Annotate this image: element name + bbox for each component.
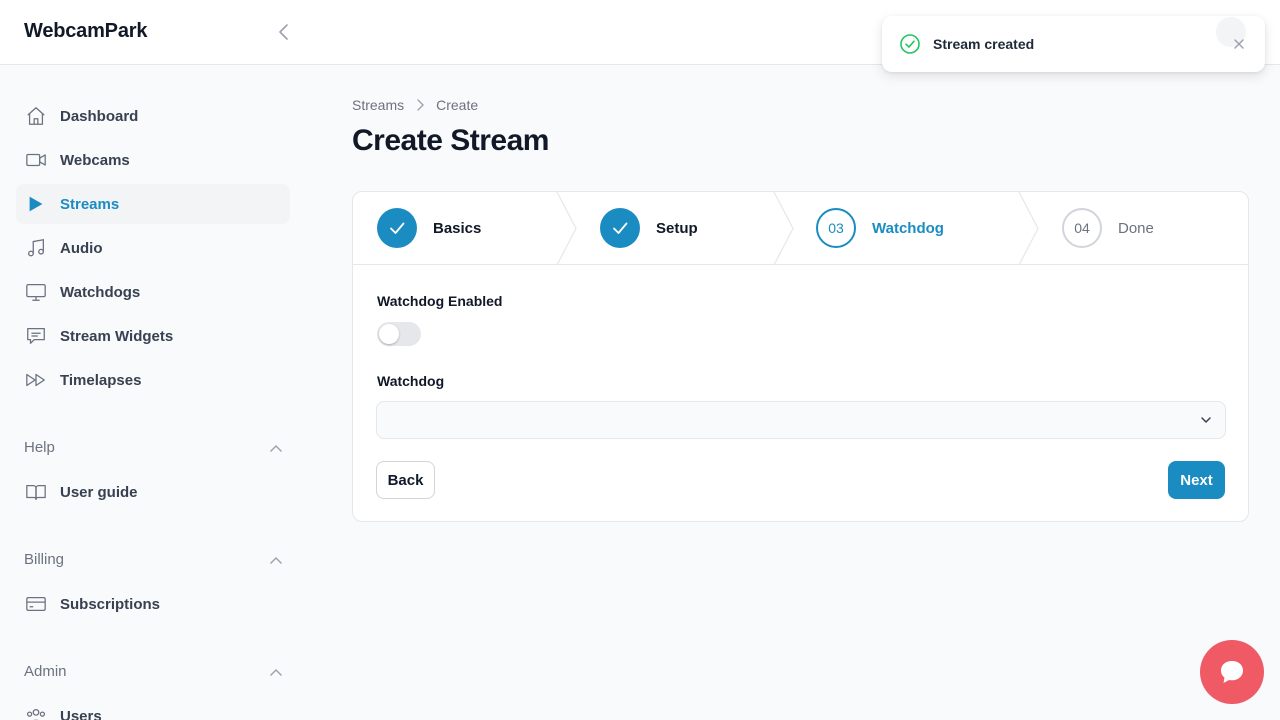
book-icon xyxy=(24,480,48,504)
section-label: Help xyxy=(24,439,55,456)
users-icon xyxy=(24,704,48,720)
sidebar-item-timelapses[interactable]: Timelapses xyxy=(16,360,290,400)
chevron-up-icon xyxy=(270,444,282,452)
toast-notification: Stream created xyxy=(882,16,1265,72)
toast-message: Stream created xyxy=(933,36,1035,52)
sidebar-item-label: Watchdogs xyxy=(60,283,141,301)
sidebar: Dashboard Webcams Streams Audio Watchdog… xyxy=(0,65,306,720)
sidebar-item-watchdogs[interactable]: Watchdogs xyxy=(16,272,290,312)
step-separator xyxy=(773,192,794,265)
watchdog-enabled-toggle[interactable] xyxy=(377,322,421,346)
step-separator xyxy=(1018,192,1039,265)
sidebar-item-label: Webcams xyxy=(60,151,130,169)
sidebar-item-label: Dashboard xyxy=(60,107,139,125)
watchdog-enabled-label: Watchdog Enabled xyxy=(377,293,503,309)
step-number: 03 xyxy=(816,208,856,248)
step-watchdog[interactable]: 03 Watchdog xyxy=(816,208,944,248)
chat-widget-icon xyxy=(24,324,48,348)
step-number: 04 xyxy=(1062,208,1102,248)
chevron-down-icon xyxy=(1201,417,1211,423)
breadcrumb-current: Create xyxy=(436,97,479,113)
success-check-icon xyxy=(899,33,921,60)
step-label: Watchdog xyxy=(872,219,944,237)
step-basics[interactable]: Basics xyxy=(377,208,481,248)
credit-card-icon xyxy=(24,592,48,616)
chevron-up-icon xyxy=(270,668,282,676)
next-button[interactable]: Next xyxy=(1168,461,1225,499)
create-stream-card: Basics Setup 03 Watchdog 04 Done Watchdo… xyxy=(352,191,1249,522)
home-icon xyxy=(24,104,48,128)
fast-forward-icon xyxy=(24,368,48,392)
play-icon xyxy=(24,192,48,216)
page-title: Create Stream xyxy=(352,124,549,157)
toggle-knob xyxy=(379,324,399,344)
back-button[interactable]: Back xyxy=(376,461,435,499)
sidebar-item-label: Audio xyxy=(60,239,103,257)
close-icon[interactable] xyxy=(1230,35,1248,53)
sidebar-item-label: User guide xyxy=(60,483,138,501)
sidebar-item-dashboard[interactable]: Dashboard xyxy=(16,96,290,136)
chevron-left-icon xyxy=(279,24,288,40)
sidebar-item-label: Streams xyxy=(60,195,120,213)
chat-bubble-icon xyxy=(1221,661,1243,683)
sidebar-item-label: Users xyxy=(60,707,102,720)
check-icon xyxy=(600,208,640,248)
music-note-icon xyxy=(24,236,48,260)
chevron-right-icon xyxy=(416,99,425,111)
sidebar-item-webcams[interactable]: Webcams xyxy=(16,140,290,180)
monitor-icon xyxy=(24,280,48,304)
sidebar-item-subscriptions[interactable]: Subscriptions xyxy=(16,584,290,624)
section-toggle-billing[interactable]: Billing xyxy=(24,551,282,568)
video-camera-icon xyxy=(24,148,48,172)
step-setup[interactable]: Setup xyxy=(600,208,698,248)
watchdog-label: Watchdog xyxy=(377,373,445,389)
sidebar-item-stream-widgets[interactable]: Stream Widgets xyxy=(16,316,290,356)
step-label: Basics xyxy=(433,219,482,237)
breadcrumb: Streams Create xyxy=(352,97,478,113)
brand-logo[interactable]: WebcamPark xyxy=(24,20,147,43)
section-label: Admin xyxy=(24,663,67,680)
section-toggle-help[interactable]: Help xyxy=(24,439,282,456)
chevron-up-icon xyxy=(270,556,282,564)
watchdog-select[interactable] xyxy=(376,401,1226,439)
sidebar-item-label: Timelapses xyxy=(60,371,142,389)
stepper: Basics Setup 03 Watchdog 04 Done xyxy=(353,192,1248,265)
sidebar-item-label: Stream Widgets xyxy=(60,327,174,345)
step-label: Setup xyxy=(656,219,698,237)
section-label: Billing xyxy=(24,551,65,568)
step-separator xyxy=(556,192,577,265)
sidebar-item-audio[interactable]: Audio xyxy=(16,228,290,268)
chat-support-button[interactable] xyxy=(1200,640,1264,704)
sidebar-item-user-guide[interactable]: User guide xyxy=(16,472,290,512)
check-icon xyxy=(377,208,417,248)
step-label: Done xyxy=(1118,219,1154,237)
collapse-sidebar-button[interactable] xyxy=(272,20,296,44)
breadcrumb-link-streams[interactable]: Streams xyxy=(352,97,404,113)
step-done[interactable]: 04 Done xyxy=(1062,208,1154,248)
sidebar-item-label: Subscriptions xyxy=(60,595,161,613)
section-toggle-admin[interactable]: Admin xyxy=(24,663,282,680)
sidebar-item-users[interactable]: Users xyxy=(16,696,290,720)
sidebar-item-streams[interactable]: Streams xyxy=(16,184,290,224)
